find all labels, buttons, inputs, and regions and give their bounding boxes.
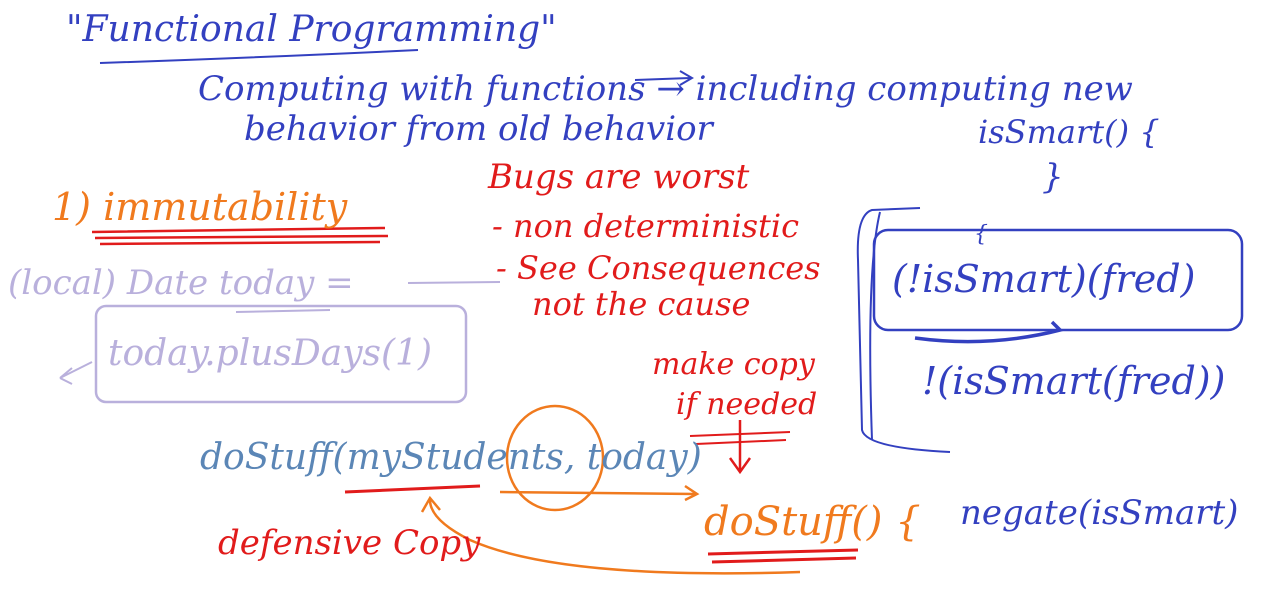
red-arrow-down-icon: [728, 420, 752, 475]
not-isSmart-applied: (!isSmart)(fred): [892, 257, 1196, 301]
isSmart-scribble: [914, 320, 1064, 344]
bugs-item-3: not the cause: [532, 285, 751, 323]
subtitle-line2: behavior from old behavior: [244, 109, 713, 149]
today-underline: [235, 309, 331, 313]
immutability-underline: [91, 226, 389, 246]
point-immutability: 1) immutability: [52, 185, 348, 229]
whiteboard: "Functional Programming" Computing with …: [0, 0, 1268, 590]
code-date-today: (local) Date today =: [8, 263, 354, 303]
lilac-left-arrow-icon: [59, 361, 93, 385]
bugs-item-2: - See Consequences: [496, 249, 821, 287]
dostuff-underline: [707, 548, 859, 564]
title: "Functional Programming": [66, 9, 557, 50]
callee-dostuff: doStuff() {: [704, 499, 921, 545]
not-isSmart-fred: !(isSmart(fred)): [922, 359, 1226, 403]
bugs-item-1: - non deterministic: [492, 207, 800, 245]
make-copy-note: make copy: [652, 347, 815, 382]
small-brace: {: [974, 222, 988, 247]
orange-arrow-right: [499, 484, 700, 502]
if-needed-note: if needed: [676, 387, 818, 422]
defensive-copy-note: defensive Copy: [218, 523, 481, 563]
call-dostuff: doStuff(myStudents, today): [200, 437, 702, 478]
bugs-title: Bugs are worst: [488, 157, 750, 197]
isSmart-declaration: isSmart() {: [978, 113, 1160, 151]
title-underline: [99, 49, 419, 64]
negate-isSmart: negate(isSmart): [960, 493, 1239, 533]
closing-brace: }: [1042, 157, 1064, 197]
code-plus-days: today.plusDays(1): [108, 333, 432, 374]
subtitle-line1: Computing with functions → including com…: [198, 69, 1133, 109]
lilac-arrow-line: [407, 281, 501, 284]
mystudents-underline: [344, 484, 481, 494]
